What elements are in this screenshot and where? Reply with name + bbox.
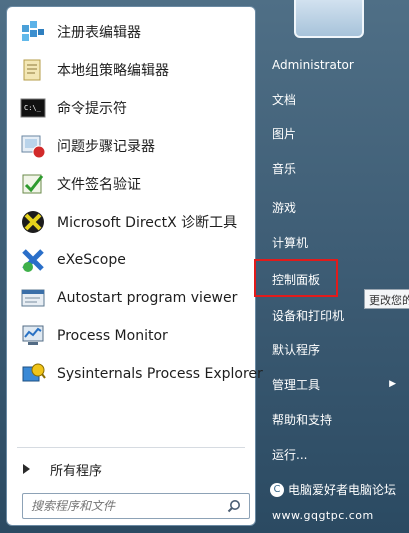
program-item-dxdiag[interactable]: Microsoft DirectX 诊断工具 bbox=[13, 203, 251, 241]
tooltip-text: 更改您的 bbox=[369, 294, 409, 307]
computer-label: 计算机 bbox=[272, 235, 309, 250]
program-label: Autostart program viewer bbox=[57, 290, 238, 306]
right-item-run[interactable]: 运行... bbox=[268, 441, 402, 467]
registry-editor-icon bbox=[19, 18, 47, 46]
steps-recorder-icon bbox=[19, 132, 47, 160]
watermark: C 电脑爱好者电脑论坛 www.gqgtpc.com bbox=[262, 466, 408, 530]
program-label: Sysinternals Process Explorer bbox=[57, 366, 263, 382]
program-item-procexp[interactable]: Sysinternals Process Explorer bbox=[13, 355, 263, 393]
autostart-viewer-icon bbox=[19, 284, 47, 312]
program-label: Process Monitor bbox=[57, 328, 168, 344]
program-item-exescope[interactable]: eXeScope bbox=[13, 241, 251, 279]
exescope-icon bbox=[19, 246, 47, 274]
help-label: 帮助和支持 bbox=[272, 412, 333, 427]
right-item-help[interactable]: 帮助和支持 bbox=[268, 406, 402, 432]
arrow-right-icon: ▶ bbox=[389, 379, 396, 389]
music-label: 音乐 bbox=[272, 161, 297, 176]
right-item-user[interactable]: Administrator bbox=[268, 52, 402, 78]
admin-tools-label: 管理工具 bbox=[272, 377, 321, 392]
all-programs-button[interactable]: 所有程序 bbox=[13, 455, 251, 483]
right-item-computer[interactable]: 计算机 bbox=[268, 229, 402, 255]
watermark-site: C 电脑爱好者电脑论坛 bbox=[270, 481, 396, 498]
program-label: 问题步骤记录器 bbox=[57, 139, 155, 155]
all-programs-label: 所有程序 bbox=[50, 463, 103, 479]
search-icon[interactable] bbox=[225, 497, 243, 515]
start-menu: 注册表编辑器 本地组策略编辑器 C:\_ 命令提示符 问题步骤记录器 文件签名验… bbox=[0, 0, 409, 533]
tooltip: 更改您的 bbox=[364, 289, 409, 309]
program-item-registry-editor[interactable]: 注册表编辑器 bbox=[13, 13, 251, 51]
search-box[interactable] bbox=[22, 493, 250, 519]
watermark-site-name: 电脑爱好者电脑论坛 bbox=[288, 483, 397, 497]
games-label: 游戏 bbox=[272, 200, 297, 215]
svg-text:C:\_: C:\_ bbox=[24, 104, 42, 112]
program-label: 注册表编辑器 bbox=[57, 25, 141, 41]
command-prompt-icon: C:\_ bbox=[19, 94, 47, 122]
documents-label: 文档 bbox=[272, 92, 297, 107]
group-policy-icon bbox=[19, 56, 47, 84]
watermark-logo-icon: C bbox=[270, 482, 284, 497]
search-input[interactable] bbox=[29, 498, 225, 514]
program-item-psr[interactable]: 问题步骤记录器 bbox=[13, 127, 251, 165]
user-label: Administrator bbox=[272, 58, 354, 72]
program-label: 命令提示符 bbox=[57, 101, 127, 117]
program-item-cmd[interactable]: C:\_ 命令提示符 bbox=[13, 89, 251, 127]
file-signature-icon bbox=[19, 170, 47, 198]
right-item-games[interactable]: 游戏 bbox=[268, 194, 402, 220]
user-picture[interactable] bbox=[294, 0, 364, 38]
right-item-pictures[interactable]: 图片 bbox=[268, 120, 402, 146]
program-label: 文件签名验证 bbox=[57, 177, 141, 193]
directx-icon bbox=[19, 208, 47, 236]
program-item-group-policy[interactable]: 本地组策略编辑器 bbox=[13, 51, 251, 89]
program-label: 本地组策略编辑器 bbox=[57, 63, 169, 79]
program-label: eXeScope bbox=[57, 252, 126, 268]
process-explorer-icon bbox=[19, 360, 47, 388]
pictures-label: 图片 bbox=[272, 126, 297, 141]
watermark-url: www.gqgtpc.com bbox=[272, 509, 374, 522]
run-label: 运行... bbox=[272, 447, 308, 462]
right-item-documents[interactable]: 文档 bbox=[268, 86, 402, 112]
program-item-sigverif[interactable]: 文件签名验证 bbox=[13, 165, 251, 203]
program-item-procmon[interactable]: Process Monitor bbox=[13, 317, 251, 355]
devices-label: 设备和打印机 bbox=[272, 308, 345, 323]
separator bbox=[17, 447, 245, 448]
annotation-highlight-box bbox=[254, 259, 338, 297]
program-item-autostart[interactable]: Autostart program viewer bbox=[13, 279, 251, 317]
program-list: 注册表编辑器 本地组策略编辑器 C:\_ 命令提示符 问题步骤记录器 文件签名验… bbox=[13, 13, 263, 393]
process-monitor-icon bbox=[19, 322, 47, 350]
right-item-music[interactable]: 音乐 bbox=[268, 155, 402, 181]
program-label: Microsoft DirectX 诊断工具 bbox=[57, 215, 238, 231]
triangle-right-icon bbox=[23, 464, 30, 474]
start-menu-left-pane: 注册表编辑器 本地组策略编辑器 C:\_ 命令提示符 问题步骤记录器 文件签名验… bbox=[6, 6, 263, 526]
right-item-admin-tools[interactable]: 管理工具 ▶ bbox=[268, 371, 402, 397]
right-item-default-programs[interactable]: 默认程序 bbox=[268, 336, 402, 362]
default-programs-label: 默认程序 bbox=[272, 342, 321, 357]
